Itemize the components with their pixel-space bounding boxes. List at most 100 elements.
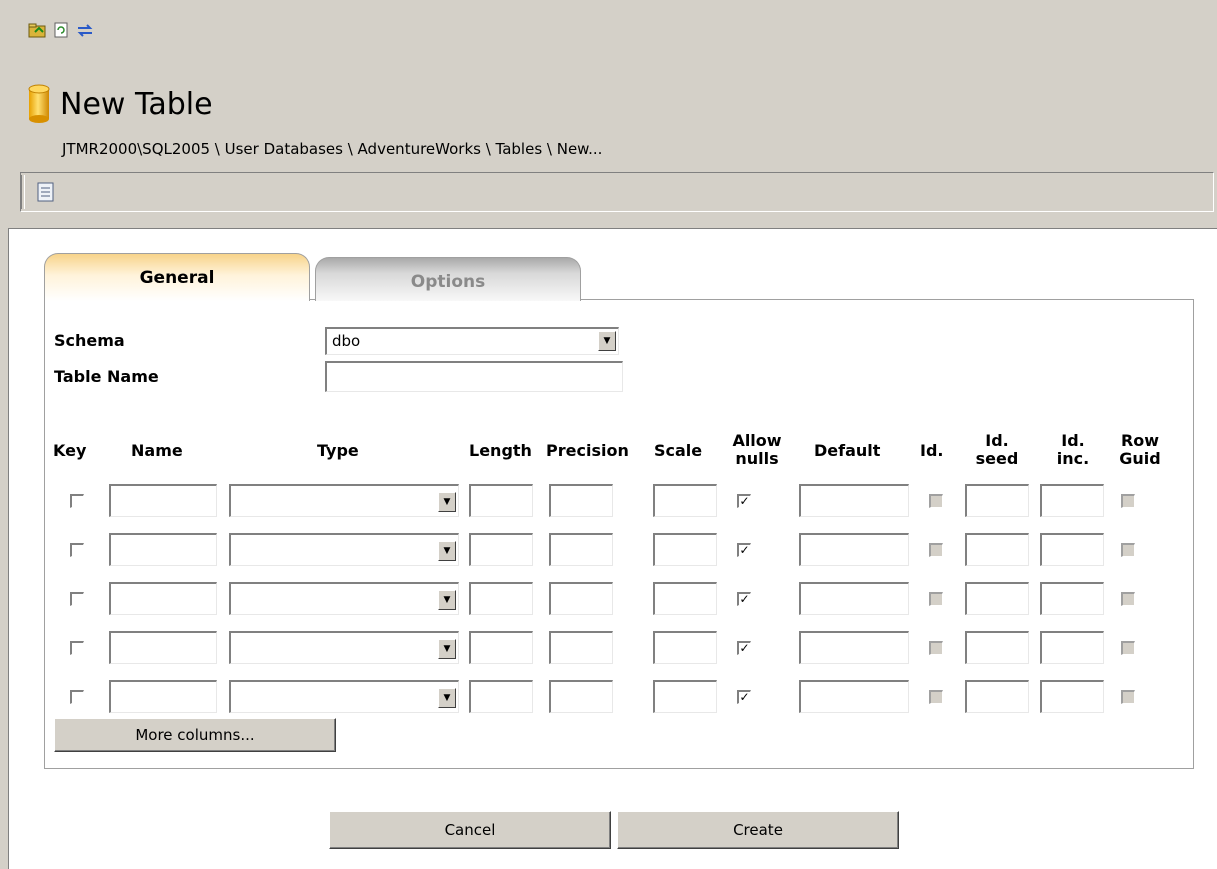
header-name: Name — [131, 441, 183, 460]
key-checkbox[interactable] — [70, 690, 84, 704]
id-seed-input[interactable] — [965, 484, 1029, 517]
cancel-button[interactable]: Cancel — [329, 811, 611, 849]
id-inc-input[interactable] — [1040, 631, 1104, 664]
id-inc-input[interactable] — [1040, 582, 1104, 615]
column-default-input[interactable] — [799, 533, 909, 566]
column-name-input[interactable] — [109, 582, 217, 615]
column-default-input[interactable] — [799, 631, 909, 664]
column-precision-input[interactable] — [549, 484, 613, 517]
header-id-seed: Id. seed — [969, 432, 1025, 468]
general-tab-body: Schema dbo ▼ Table Name Key Name Type Le… — [44, 299, 1194, 769]
more-columns-button[interactable]: More columns... — [54, 718, 336, 752]
column-precision-input[interactable] — [549, 533, 613, 566]
chevron-down-icon[interactable]: ▼ — [438, 688, 456, 708]
allow-nulls-checkbox[interactable]: ✓ — [737, 494, 751, 508]
column-type-select[interactable]: ▼ — [229, 484, 459, 517]
column-name-input[interactable] — [109, 484, 217, 517]
sync-icon[interactable] — [76, 22, 94, 38]
row-guid-checkbox — [1121, 592, 1135, 606]
allow-nulls-checkbox[interactable]: ✓ — [737, 543, 751, 557]
header-scale: Scale — [654, 441, 703, 460]
table-name-label: Table Name — [54, 367, 159, 386]
header-row-guid-line2: Guid — [1119, 449, 1161, 468]
id-seed-input[interactable] — [965, 533, 1029, 566]
top-toolbar — [28, 22, 94, 38]
column-type-select[interactable]: ▼ — [229, 631, 459, 664]
script-toolbar — [20, 172, 1214, 212]
schema-select[interactable]: dbo ▼ — [325, 327, 619, 355]
key-checkbox[interactable] — [70, 641, 84, 655]
id-inc-input[interactable] — [1040, 680, 1104, 713]
id-seed-input[interactable] — [965, 680, 1029, 713]
key-checkbox[interactable] — [70, 592, 84, 606]
allow-nulls-checkbox[interactable]: ✓ — [737, 641, 751, 655]
header-identity: Id. — [920, 441, 944, 460]
id-seed-input[interactable] — [965, 631, 1029, 664]
header-allow-nulls: Allow nulls — [729, 432, 785, 468]
key-checkbox[interactable] — [70, 494, 84, 508]
column-length-input[interactable] — [469, 680, 533, 713]
header-id-inc-line1: Id. — [1061, 431, 1085, 450]
header-length: Length — [469, 441, 532, 460]
open-folder-icon[interactable] — [28, 22, 46, 38]
column-scale-input[interactable] — [653, 631, 717, 664]
id-seed-input[interactable] — [965, 582, 1029, 615]
chevron-down-icon[interactable]: ▼ — [598, 331, 616, 351]
header-default: Default — [814, 441, 881, 460]
header-id-inc-line2: inc. — [1056, 449, 1090, 468]
title-row: New Table — [28, 84, 213, 124]
column-length-input[interactable] — [469, 484, 533, 517]
chevron-down-icon[interactable]: ▼ — [438, 492, 456, 512]
column-scale-input[interactable] — [653, 582, 717, 615]
header-allow-nulls-line1: Allow — [732, 431, 782, 450]
column-name-input[interactable] — [109, 533, 217, 566]
refresh-icon[interactable] — [52, 22, 70, 38]
main-panel: General Options Schema dbo ▼ Table Name … — [8, 228, 1217, 869]
create-button[interactable]: Create — [617, 811, 899, 849]
header-id-seed-line2: seed — [975, 449, 1019, 468]
chevron-down-icon[interactable]: ▼ — [438, 639, 456, 659]
row-guid-checkbox — [1121, 494, 1135, 508]
allow-nulls-checkbox[interactable]: ✓ — [737, 592, 751, 606]
column-scale-input[interactable] — [653, 484, 717, 517]
table-name-input[interactable] — [325, 361, 623, 392]
column-type-select[interactable]: ▼ — [229, 680, 459, 713]
column-length-input[interactable] — [469, 582, 533, 615]
schema-label: Schema — [54, 331, 125, 350]
column-precision-input[interactable] — [549, 631, 613, 664]
id-inc-input[interactable] — [1040, 484, 1104, 517]
column-type-select[interactable]: ▼ — [229, 533, 459, 566]
column-scale-input[interactable] — [653, 680, 717, 713]
column-precision-input[interactable] — [549, 582, 613, 615]
chevron-down-icon[interactable]: ▼ — [438, 541, 456, 561]
database-table-icon — [28, 84, 50, 124]
column-precision-input[interactable] — [549, 680, 613, 713]
column-default-input[interactable] — [799, 582, 909, 615]
toolbar-separator — [21, 175, 25, 209]
column-default-input[interactable] — [799, 484, 909, 517]
header-allow-nulls-line2: nulls — [735, 449, 779, 468]
allow-nulls-checkbox[interactable]: ✓ — [737, 690, 751, 704]
column-length-input[interactable] — [469, 631, 533, 664]
identity-checkbox — [929, 641, 943, 655]
column-scale-input[interactable] — [653, 533, 717, 566]
script-icon[interactable] — [35, 181, 57, 203]
header-row-guid-line1: Row — [1120, 431, 1160, 450]
column-default-input[interactable] — [799, 680, 909, 713]
identity-checkbox — [929, 543, 943, 557]
column-type-select[interactable]: ▼ — [229, 582, 459, 615]
tab-options[interactable]: Options — [315, 257, 581, 301]
identity-checkbox — [929, 690, 943, 704]
schema-value: dbo — [332, 332, 361, 350]
page-title: New Table — [60, 86, 213, 122]
column-name-input[interactable] — [109, 680, 217, 713]
identity-checkbox — [929, 494, 943, 508]
column-length-input[interactable] — [469, 533, 533, 566]
header-key: Key — [53, 441, 87, 460]
chevron-down-icon[interactable]: ▼ — [438, 590, 456, 610]
header-id-inc: Id. inc. — [1048, 432, 1098, 468]
tab-general[interactable]: General — [44, 253, 310, 301]
id-inc-input[interactable] — [1040, 533, 1104, 566]
key-checkbox[interactable] — [70, 543, 84, 557]
column-name-input[interactable] — [109, 631, 217, 664]
